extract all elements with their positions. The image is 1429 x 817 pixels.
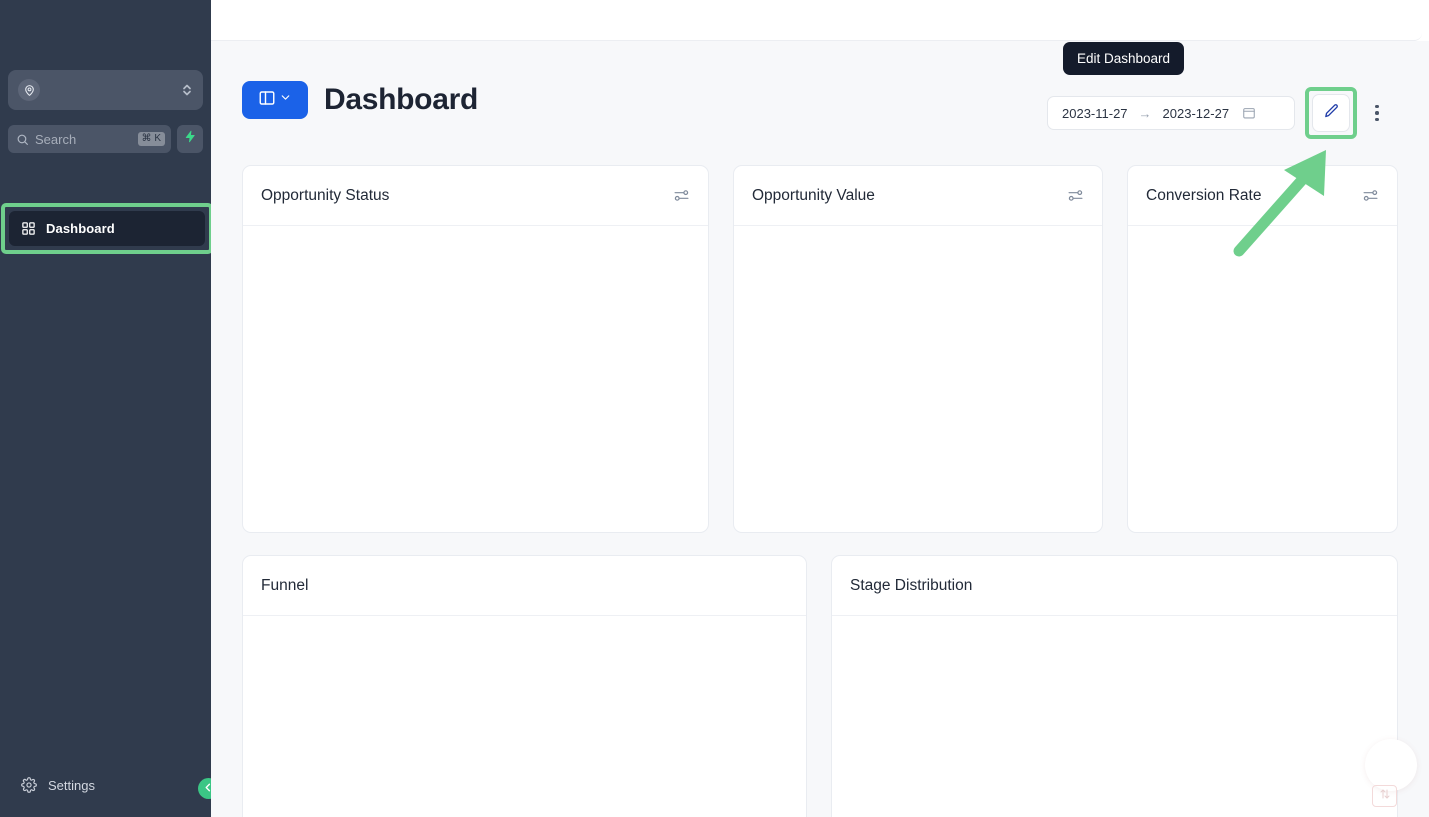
kebab-menu-icon: [1375, 118, 1379, 122]
card-opportunity-value: Opportunity Value: [733, 165, 1103, 533]
settings-label: Settings: [48, 778, 95, 793]
page-title: Dashboard: [324, 85, 478, 115]
chevron-updown-icon: [181, 83, 193, 97]
panel-icon: [258, 89, 276, 112]
search-shortcut-badge: ⌘ K: [138, 132, 165, 146]
card-title: Stage Distribution: [850, 577, 972, 595]
top-bar: [211, 0, 1422, 41]
card-funnel: Funnel: [242, 555, 807, 817]
header-actions: 2023-11-27 → 2023-12-27: [1047, 87, 1387, 139]
calendar-icon: [1242, 106, 1256, 120]
lightning-icon: [184, 130, 197, 148]
app-root: Search ⌘ K Dashboard: [0, 0, 1429, 817]
main-content: Dashboard 2023-11-27 → 2023-12-27: [211, 41, 1429, 817]
card-stage-distribution: Stage Distribution: [831, 555, 1398, 817]
edit-dashboard-tooltip: Edit Dashboard: [1063, 42, 1184, 75]
sidebar-search-row: Search ⌘ K: [8, 125, 203, 153]
kebab-menu-icon: [1375, 111, 1379, 115]
sidebar-item-dashboard[interactable]: Dashboard: [9, 211, 205, 246]
sidebar-item-label: Dashboard: [46, 221, 115, 236]
floating-action-button[interactable]: [1365, 739, 1417, 791]
date-range-start[interactable]: 2023-11-27: [1062, 106, 1128, 121]
gear-icon: [21, 777, 37, 793]
card-header: Conversion Rate: [1128, 166, 1397, 226]
card-header: Opportunity Value: [734, 166, 1102, 226]
pencil-icon: [1323, 102, 1340, 124]
card-opportunity-status: Opportunity Status: [242, 165, 709, 533]
card-header: Stage Distribution: [832, 556, 1397, 616]
date-range-picker[interactable]: 2023-11-27 → 2023-12-27: [1047, 96, 1295, 130]
dashboard-more-options-button[interactable]: [1367, 94, 1387, 132]
card-settings-icon[interactable]: [1067, 187, 1084, 204]
page-header: Dashboard 2023-11-27 → 2023-12-27: [242, 81, 1398, 133]
sidebar: Search ⌘ K Dashboard: [0, 0, 211, 817]
sidebar-item-settings[interactable]: Settings: [9, 769, 159, 801]
edit-dashboard-button[interactable]: [1312, 94, 1350, 132]
workspace-selector[interactable]: [8, 70, 203, 110]
search-input[interactable]: Search ⌘ K: [8, 125, 171, 153]
search-icon: [16, 133, 29, 146]
layout-switcher-button[interactable]: [242, 81, 308, 119]
edit-dashboard-highlight: [1305, 87, 1357, 139]
card-title: Conversion Rate: [1146, 187, 1261, 205]
workspace-avatar-icon: [18, 79, 40, 101]
date-range-separator-icon: →: [1139, 106, 1152, 121]
search-placeholder: Search: [29, 132, 138, 147]
card-conversion-rate: Conversion Rate: [1127, 165, 1398, 533]
card-title: Opportunity Value: [752, 187, 875, 205]
card-title: Opportunity Status: [261, 187, 389, 205]
kebab-menu-icon: [1375, 105, 1379, 109]
card-settings-icon[interactable]: [673, 187, 690, 204]
card-settings-icon[interactable]: [1362, 187, 1379, 204]
chevron-down-icon: [279, 91, 292, 109]
card-header: Funnel: [243, 556, 806, 616]
sort-updown-icon: [1379, 787, 1391, 805]
grid-icon: [21, 221, 36, 236]
ai-assistant-button[interactable]: [177, 125, 203, 153]
date-range-end[interactable]: 2023-12-27: [1163, 106, 1230, 121]
sort-toggle-button[interactable]: [1372, 785, 1397, 807]
card-title: Funnel: [261, 577, 308, 595]
card-header: Opportunity Status: [243, 166, 708, 226]
